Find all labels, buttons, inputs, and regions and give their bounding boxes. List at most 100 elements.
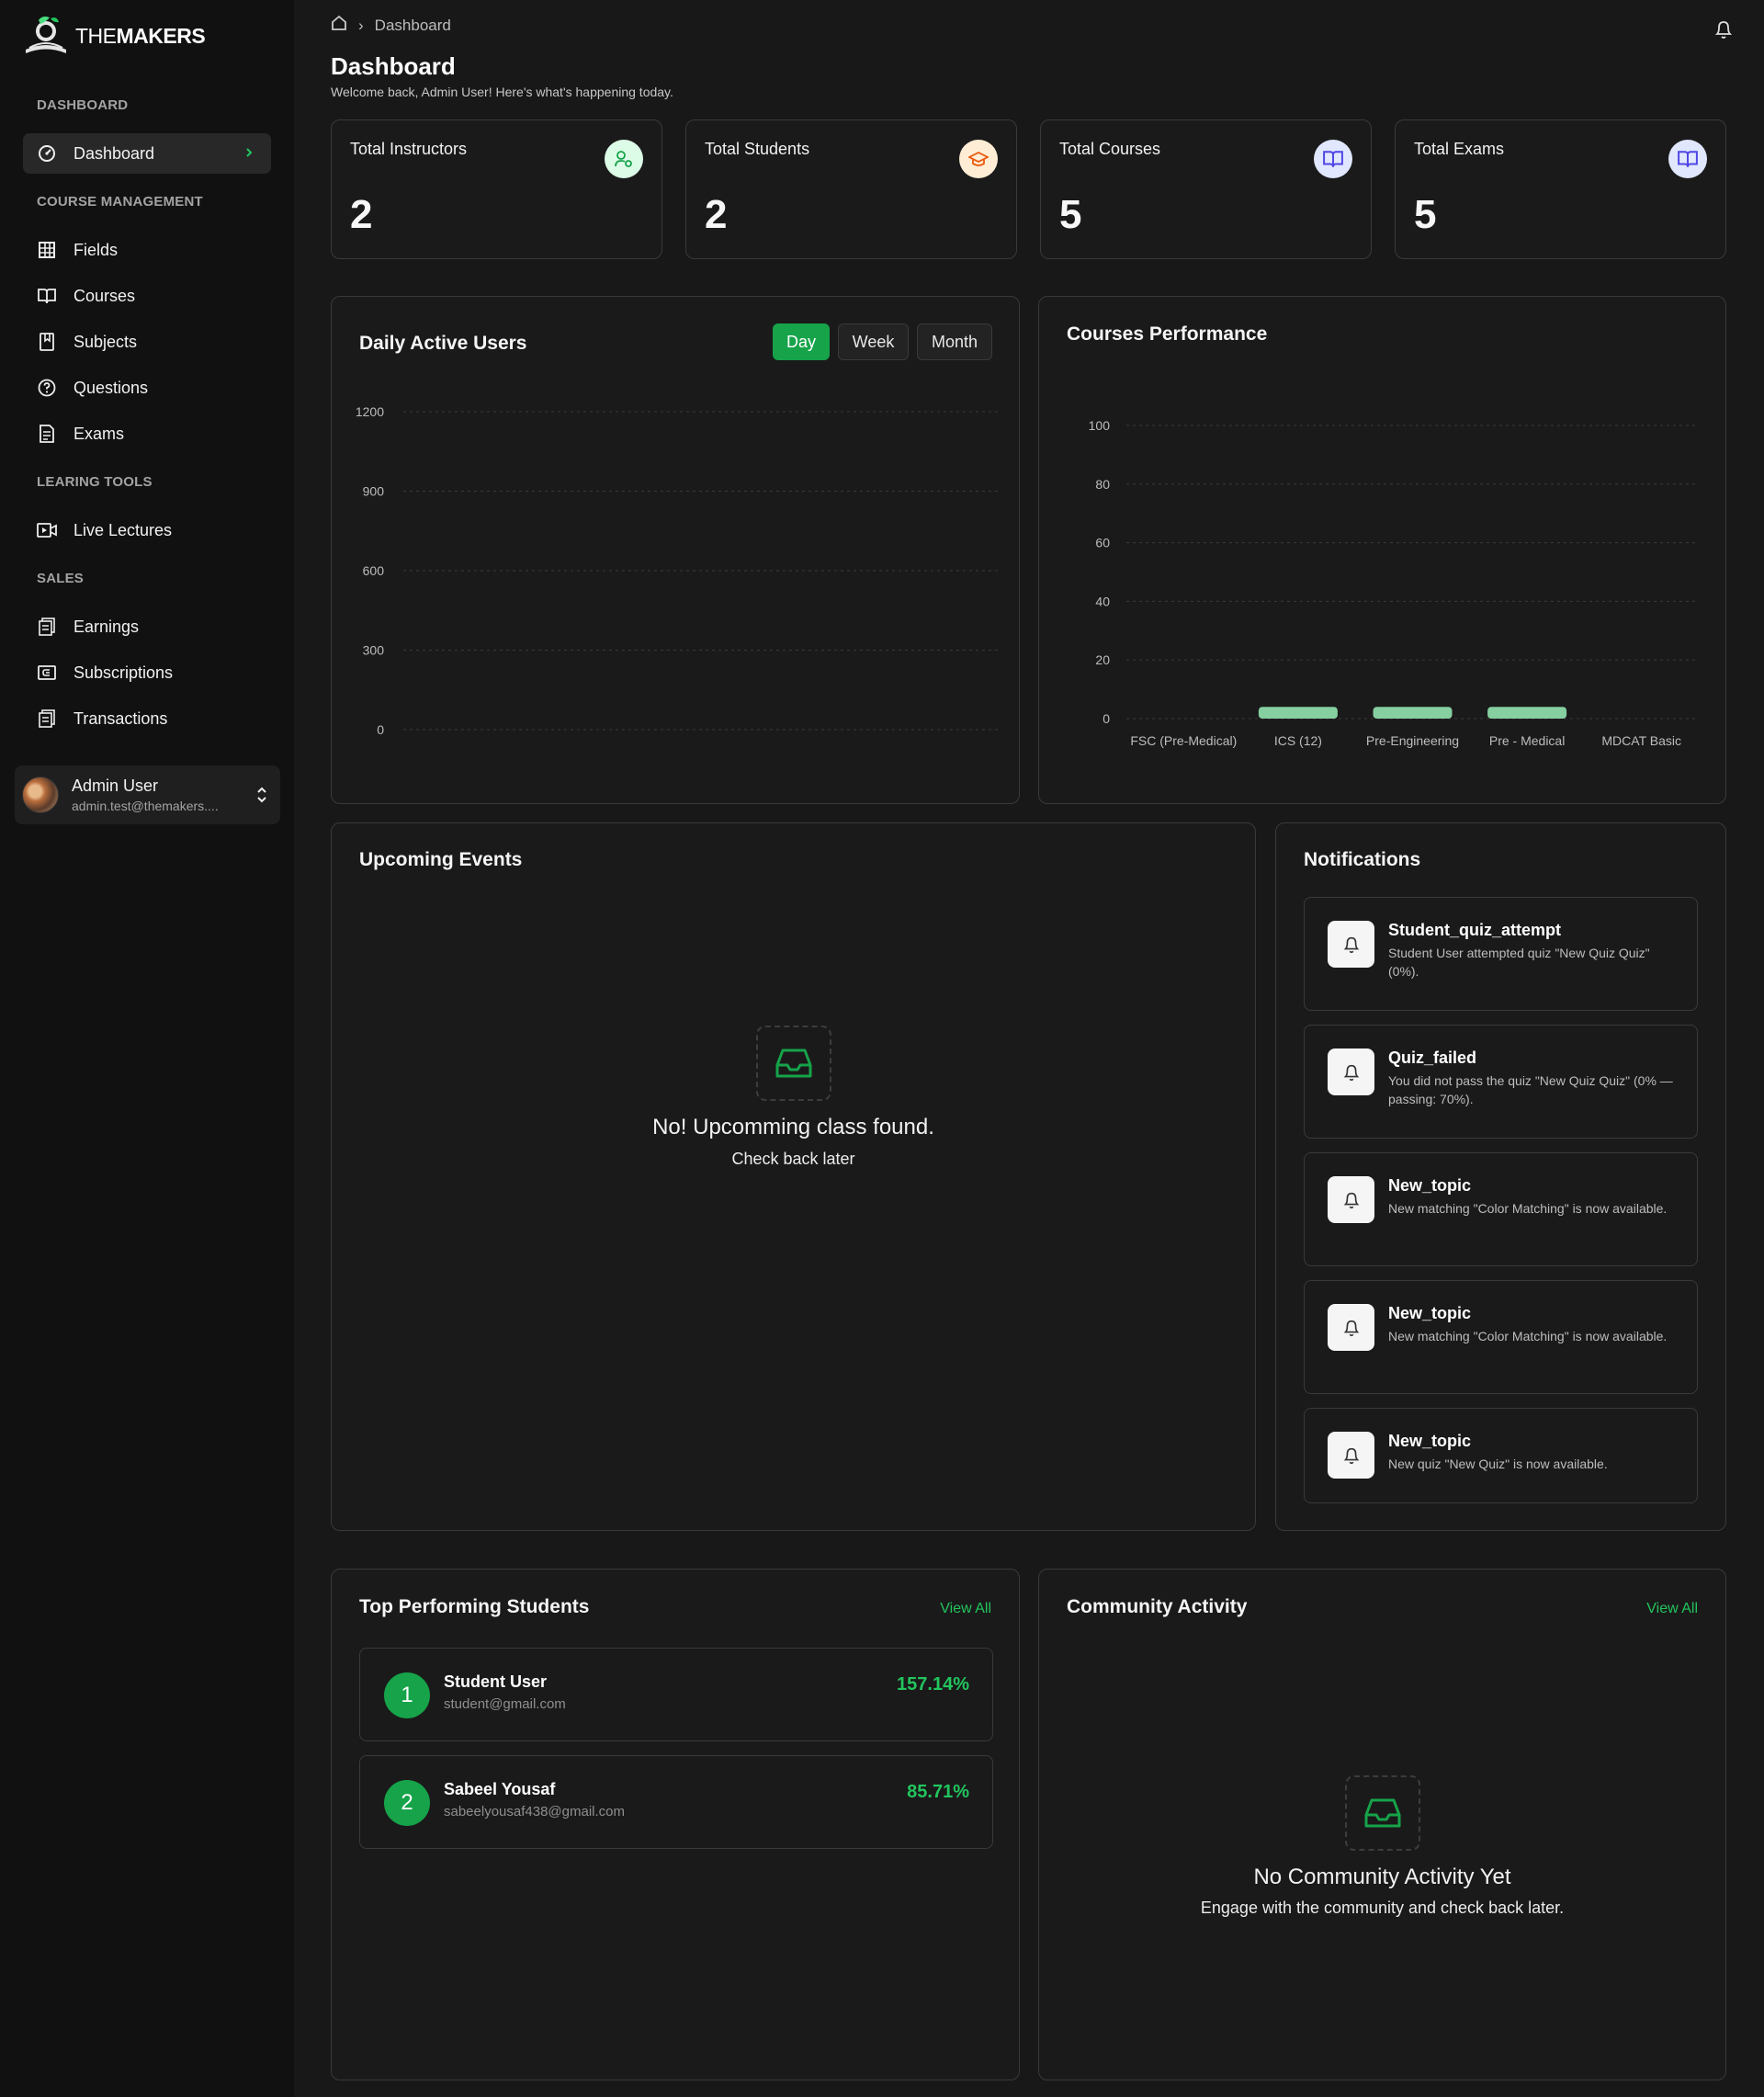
section-sales: SALES bbox=[37, 571, 85, 586]
notification-description: Student User attempted quiz "New Quiz Qu… bbox=[1388, 946, 1650, 979]
bell-icon bbox=[1328, 1176, 1374, 1223]
notification-item[interactable]: New_topic New matching "Color Matching" … bbox=[1304, 1280, 1698, 1394]
notification-description: New matching "Color Matching" is now ava… bbox=[1388, 1201, 1668, 1216]
section-learning-tools: LEARING TOOLS bbox=[37, 474, 153, 490]
breadcrumb-current: Dashboard bbox=[374, 16, 451, 34]
sidebar-item-subscriptions[interactable]: Subscriptions bbox=[23, 652, 271, 693]
avatar bbox=[22, 776, 59, 813]
daily-active-users-card: Daily Active Users Day Week Month 0 300 60… bbox=[331, 296, 1020, 804]
receipt-icon bbox=[37, 617, 57, 637]
sidebar-item-earnings[interactable]: Earnings bbox=[23, 606, 271, 647]
sidebar-item-label: Transactions bbox=[74, 708, 168, 728]
stat-value: 2 bbox=[705, 192, 728, 237]
y-tick-label: 40 bbox=[1095, 594, 1110, 608]
receipt-icon bbox=[37, 708, 57, 729]
grid-icon bbox=[37, 240, 57, 260]
card-title: Notifications bbox=[1304, 849, 1421, 870]
chevron-right-icon bbox=[243, 145, 254, 164]
sidebar-item-label: Fields bbox=[74, 240, 119, 259]
bell-icon bbox=[1328, 1048, 1374, 1095]
file-text-icon bbox=[37, 424, 57, 444]
x-tick-label: Pre - Medical bbox=[1489, 733, 1565, 748]
gauge-icon bbox=[37, 143, 57, 164]
stat-value: 5 bbox=[1414, 192, 1437, 237]
stat-value: 2 bbox=[350, 192, 373, 237]
empty-state-title: No! Upcomming class found. bbox=[652, 1115, 934, 1139]
student-row[interactable]: 2 Sabeel Yousaf sabeelyousaf438@gmail.co… bbox=[359, 1755, 993, 1849]
section-dashboard: DASHBOARD bbox=[37, 97, 129, 113]
card-title: Upcoming Events bbox=[359, 849, 523, 870]
stat-label: Total Instructors bbox=[350, 140, 468, 158]
x-tick-label: Pre-Engineering bbox=[1366, 733, 1459, 748]
sidebar-item-dashboard[interactable]: Dashboard bbox=[23, 133, 271, 174]
rank-badge: 1 bbox=[384, 1672, 430, 1718]
stat-card-instructors: Total Instructors 2 bbox=[331, 119, 662, 259]
bell-icon[interactable] bbox=[1713, 18, 1735, 45]
section-course-management: COURSE MANAGEMENT bbox=[37, 194, 203, 210]
bar bbox=[1373, 707, 1453, 719]
student-row[interactable]: 1 Student User student@gmail.com 157.14% bbox=[359, 1648, 993, 1741]
notification-item[interactable]: New_topic New matching "Color Matching" … bbox=[1304, 1152, 1698, 1266]
notification-item[interactable]: Quiz_failed You did not pass the quiz "N… bbox=[1304, 1025, 1698, 1139]
chevrons-up-down-icon bbox=[255, 786, 268, 809]
empty-state-title: No Community Activity Yet bbox=[1253, 1865, 1511, 1889]
student-name: Student User bbox=[444, 1672, 548, 1691]
student-name: Sabeel Yousaf bbox=[444, 1780, 556, 1798]
breadcrumb: › Dashboard bbox=[331, 15, 451, 36]
notification-title: New_topic bbox=[1388, 1304, 1472, 1322]
sidebar-item-subjects[interactable]: Subjects bbox=[23, 322, 271, 362]
user-menu[interactable]: Admin User admin.test@themakers.... bbox=[15, 765, 280, 824]
home-icon[interactable] bbox=[331, 15, 347, 36]
y-tick-label: 0 bbox=[1102, 711, 1110, 726]
top-students-card: Top Performing Students View All 1 Stude… bbox=[331, 1569, 1020, 2080]
y-tick-label: 300 bbox=[363, 643, 385, 658]
student-score: 85.71% bbox=[907, 1782, 969, 1802]
sidebar-item-transactions[interactable]: Transactions bbox=[23, 698, 271, 739]
user-name: Admin User bbox=[72, 776, 159, 795]
sidebar-item-live-lectures[interactable]: Live Lectures bbox=[23, 510, 271, 550]
card-icon bbox=[37, 663, 57, 683]
sidebar-item-label: Earnings bbox=[74, 617, 140, 636]
empty-state-subtitle: Engage with the community and check back… bbox=[1200, 1899, 1565, 1917]
notification-title: Quiz_failed bbox=[1388, 1048, 1477, 1067]
sidebar-item-questions[interactable]: Questions bbox=[23, 368, 271, 408]
sidebar-item-courses[interactable]: Courses bbox=[23, 276, 271, 316]
book-open-icon bbox=[37, 286, 57, 306]
y-tick-label: 600 bbox=[363, 563, 385, 578]
notification-description: New quiz "New Quiz" is now available. bbox=[1388, 1457, 1608, 1471]
card-title: Community Activity bbox=[1067, 1596, 1248, 1617]
notification-item[interactable]: New_topic New quiz "New Quiz" is now ava… bbox=[1304, 1408, 1698, 1503]
breadcrumb-separator-icon: › bbox=[358, 16, 364, 34]
view-all-link[interactable]: View All bbox=[940, 1601, 991, 1617]
sidebar-item-exams[interactable]: Exams bbox=[23, 414, 271, 454]
notification-item[interactable]: Student_quiz_attempt Student User attemp… bbox=[1304, 897, 1698, 1011]
bar bbox=[1258, 707, 1338, 719]
card-title: Top Performing Students bbox=[359, 1596, 590, 1617]
help-circle-icon bbox=[37, 378, 57, 398]
y-tick-label: 0 bbox=[377, 722, 384, 737]
stat-value: 5 bbox=[1059, 192, 1082, 237]
bell-icon bbox=[1328, 921, 1374, 968]
stat-card-students: Total Students 2 bbox=[685, 119, 1017, 259]
view-all-link[interactable]: View All bbox=[1646, 1601, 1698, 1617]
notifications-card: Notifications Student_quiz_attempt Stude… bbox=[1275, 822, 1726, 1531]
inbox-icon bbox=[756, 1026, 831, 1101]
stat-label: Total Exams bbox=[1414, 140, 1505, 158]
rank-badge: 2 bbox=[384, 1780, 430, 1826]
sidebar-item-fields[interactable]: Fields bbox=[23, 230, 271, 270]
notification-title: New_topic bbox=[1388, 1432, 1472, 1450]
user-cog-icon bbox=[605, 140, 643, 178]
student-score: 157.14% bbox=[897, 1674, 969, 1695]
bell-icon bbox=[1328, 1432, 1374, 1479]
sidebar-item-label: Courses bbox=[74, 286, 136, 305]
user-email: admin.test@themakers.... bbox=[72, 799, 219, 813]
stat-card-courses: Total Courses 5 bbox=[1040, 119, 1372, 259]
upcoming-events-card: Upcoming Events No! Upcomming class foun… bbox=[331, 822, 1256, 1531]
x-tick-label: FSC (Pre-Medical) bbox=[1130, 733, 1237, 748]
community-activity-card: Community Activity View All No Community… bbox=[1038, 1569, 1726, 2080]
sidebar: THEMAKERS DASHBOARD Dashboard COURSE MAN… bbox=[0, 0, 294, 2097]
y-tick-label: 100 bbox=[1089, 418, 1111, 433]
y-tick-label: 80 bbox=[1095, 477, 1110, 492]
courses-performance-chart: 0 20 40 60 80 100 FSC (Pre-Medical) ICS (12) Pre… bbox=[1089, 418, 1699, 748]
app-logo[interactable]: THEMAKERS bbox=[22, 13, 206, 59]
